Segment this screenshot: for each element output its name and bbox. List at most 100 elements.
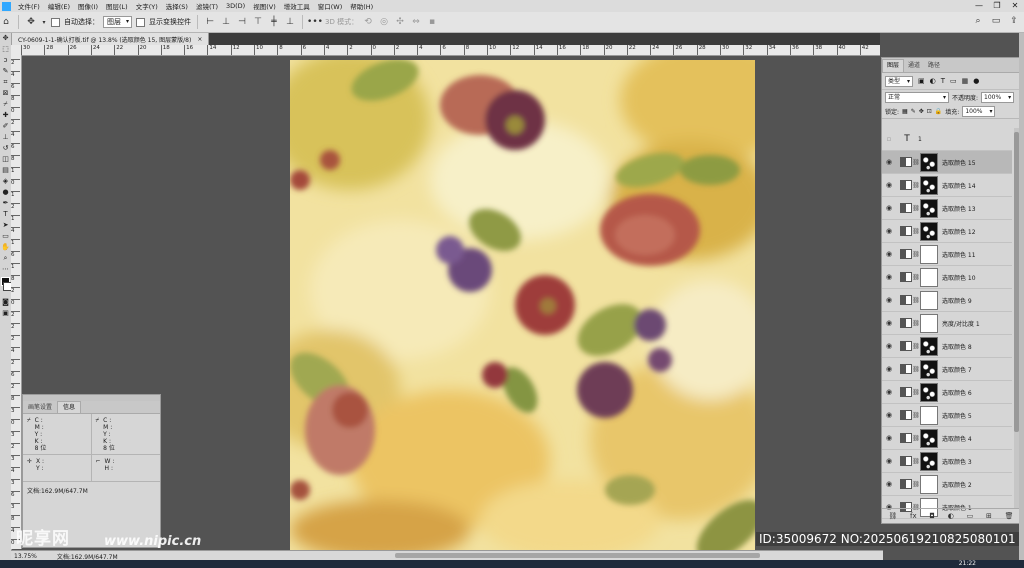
visibility-icon[interactable]: ◉ xyxy=(882,158,896,166)
layer-row[interactable]: ◉ ⛓ 选取颜色 13 xyxy=(882,197,1012,220)
auto-select-dropdown[interactable]: 图层 xyxy=(103,16,132,28)
link-icon[interactable]: ⛓ xyxy=(912,435,920,442)
visibility-icon[interactable]: ◉ xyxy=(882,365,896,373)
restore-icon[interactable]: ❐ xyxy=(988,0,1006,12)
delete-layer-icon[interactable]: 🗑 xyxy=(1005,512,1014,520)
filter-adjust-icon[interactable]: ◐ xyxy=(930,77,936,85)
layer-row[interactable]: ◉ ⛓ 选取颜色 11 xyxy=(882,243,1012,266)
visibility-icon[interactable]: ◉ xyxy=(882,227,896,235)
dodge-tool-icon[interactable]: ● xyxy=(0,187,11,198)
layer-mask-thumbnail[interactable] xyxy=(920,405,938,425)
eraser-tool-icon[interactable]: ◫ xyxy=(0,154,11,165)
layer-filter-dropdown[interactable]: 类型 xyxy=(885,75,914,87)
right-panel-scrollbar[interactable] xyxy=(1019,33,1024,560)
link-icon[interactable]: ⛓ xyxy=(912,205,920,212)
more-options-icon[interactable]: ••• xyxy=(307,16,323,28)
workspace-icon[interactable]: ▭ xyxy=(990,15,1002,27)
close-tab-icon[interactable]: × xyxy=(197,36,202,43)
3d-rotate-icon[interactable]: ⟲ xyxy=(362,16,374,28)
visibility-icon[interactable]: ◉ xyxy=(882,181,896,189)
lock-all-icon[interactable]: 🔒 xyxy=(935,108,942,115)
link-icon[interactable]: ⛓ xyxy=(912,297,920,304)
horizontal-scrollbar[interactable] xyxy=(395,553,760,558)
quick-mask-icon[interactable]: ◙ xyxy=(0,297,11,308)
eyedropper-tool-icon[interactable]: ⌿ xyxy=(0,99,11,110)
layer-style-icon[interactable]: fx xyxy=(910,512,917,520)
auto-select-checkbox[interactable] xyxy=(51,17,60,27)
layer-row[interactable]: ◉ ⛓ 选取颜色 14 xyxy=(882,174,1012,197)
lasso-tool-icon[interactable]: ↄ xyxy=(0,55,11,66)
tab-layers[interactable]: 图层 xyxy=(882,59,905,72)
visibility-icon[interactable]: ◉ xyxy=(882,388,896,396)
layer-row[interactable]: ◉ ⛓ 选取颜色 3 xyxy=(882,450,1012,473)
tab-brush-settings[interactable]: 画笔设置 xyxy=(23,402,57,413)
visibility-icon[interactable]: ◉ xyxy=(882,250,896,258)
visibility-icon[interactable]: ◉ xyxy=(882,434,896,442)
layer-mask-thumbnail[interactable] xyxy=(920,175,938,195)
gradient-tool-icon[interactable]: ▤ xyxy=(0,165,11,176)
menu-3d[interactable]: 3D(D) xyxy=(222,2,249,10)
link-icon[interactable]: ⛓ xyxy=(912,274,920,281)
layer-mask-thumbnail[interactable] xyxy=(920,152,938,172)
visibility-icon[interactable]: ▫ xyxy=(882,135,896,143)
visibility-icon[interactable]: ◉ xyxy=(882,204,896,212)
link-icon[interactable]: ⛓ xyxy=(912,389,920,396)
align-middle-icon[interactable]: ╪ xyxy=(268,16,280,28)
align-top-icon[interactable]: ⊤ xyxy=(252,16,264,28)
layer-mask-thumbnail[interactable] xyxy=(920,290,938,310)
lock-transparent-icon[interactable]: ▦ xyxy=(902,108,908,115)
move-tool-icon[interactable]: ✥ xyxy=(0,33,11,44)
close-icon[interactable]: ✕ xyxy=(1006,0,1024,12)
menu-plugins[interactable]: 增效工具 xyxy=(280,1,314,11)
menu-help[interactable]: 帮助(H) xyxy=(346,1,377,11)
fill-input[interactable]: 100% xyxy=(962,105,996,117)
link-layers-icon[interactable]: ⛓ xyxy=(888,512,897,520)
menu-file[interactable]: 文件(F) xyxy=(14,1,44,11)
add-mask-icon[interactable]: ◘ xyxy=(929,512,935,520)
layer-row[interactable]: ◉ ⛓ 选取颜色 2 xyxy=(882,473,1012,496)
align-left-icon[interactable]: ⊢ xyxy=(204,16,216,28)
crop-tool-icon[interactable]: ⌗ xyxy=(0,77,11,88)
layer-mask-thumbnail[interactable] xyxy=(920,336,938,356)
link-icon[interactable]: ⛓ xyxy=(912,366,920,373)
pen-tool-icon[interactable]: ✒ xyxy=(0,198,11,209)
visibility-icon[interactable]: ◉ xyxy=(882,457,896,465)
quick-select-tool-icon[interactable]: ✎ xyxy=(0,66,11,77)
link-icon[interactable]: ⛓ xyxy=(912,412,920,419)
layer-mask-thumbnail[interactable] xyxy=(920,313,938,333)
blend-mode-dropdown[interactable]: 正常 xyxy=(885,91,949,103)
type-tool-icon[interactable]: T xyxy=(0,209,11,220)
layer-mask-thumbnail[interactable] xyxy=(920,474,938,494)
filter-toggle-icon[interactable]: ● xyxy=(973,77,979,85)
link-icon[interactable]: ⛓ xyxy=(912,458,920,465)
link-icon[interactable]: ⛓ xyxy=(912,182,920,189)
visibility-icon[interactable]: ◉ xyxy=(882,411,896,419)
menu-window[interactable]: 窗口(W) xyxy=(314,1,347,11)
screen-mode-icon[interactable]: ▣ xyxy=(0,308,11,319)
healing-tool-icon[interactable]: ✚ xyxy=(0,110,11,121)
home-icon[interactable]: ⌂ xyxy=(0,16,12,28)
layer-row[interactable]: ◉ ⛓ 选取颜色 15 xyxy=(882,151,1012,174)
3d-scale-icon[interactable]: ▪ xyxy=(426,16,438,28)
layer-mask-thumbnail[interactable] xyxy=(920,221,938,241)
move-tool-icon[interactable]: ✥ xyxy=(25,16,37,28)
layer-row[interactable]: ◉ ⛓ 选取颜色 9 xyxy=(882,289,1012,312)
blur-tool-icon[interactable]: ◈ xyxy=(0,176,11,187)
share-icon[interactable]: ⇪ xyxy=(1008,15,1020,27)
tab-paths[interactable]: 路径 xyxy=(924,60,944,72)
menu-filter[interactable]: 滤镜(T) xyxy=(192,1,222,11)
visibility-icon[interactable]: ◉ xyxy=(882,319,896,327)
layer-row[interactable]: ◉ ⛓ 选取颜色 4 xyxy=(882,427,1012,450)
link-icon[interactable]: ⛓ xyxy=(912,481,920,488)
layer-row[interactable]: ◉ ⛓ 选取颜色 12 xyxy=(882,220,1012,243)
menu-type[interactable]: 文字(Y) xyxy=(132,1,162,11)
minimize-icon[interactable]: — xyxy=(970,0,988,12)
layer-mask-thumbnail[interactable] xyxy=(920,267,938,287)
document-tab[interactable]: CY-0609-1-1-确认打板.tif @ 13.8% (选取颜色 15, 图… xyxy=(12,33,210,45)
menu-image[interactable]: 图像(I) xyxy=(74,1,102,11)
show-transform-checkbox[interactable] xyxy=(136,17,145,27)
filter-type-icon[interactable]: T xyxy=(941,77,945,85)
adjustment-layer-icon[interactable]: ◐ xyxy=(948,512,954,520)
layer-row[interactable]: ◉ ⛓ 选取颜色 6 xyxy=(882,381,1012,404)
tab-info[interactable]: 信息 xyxy=(57,401,82,413)
